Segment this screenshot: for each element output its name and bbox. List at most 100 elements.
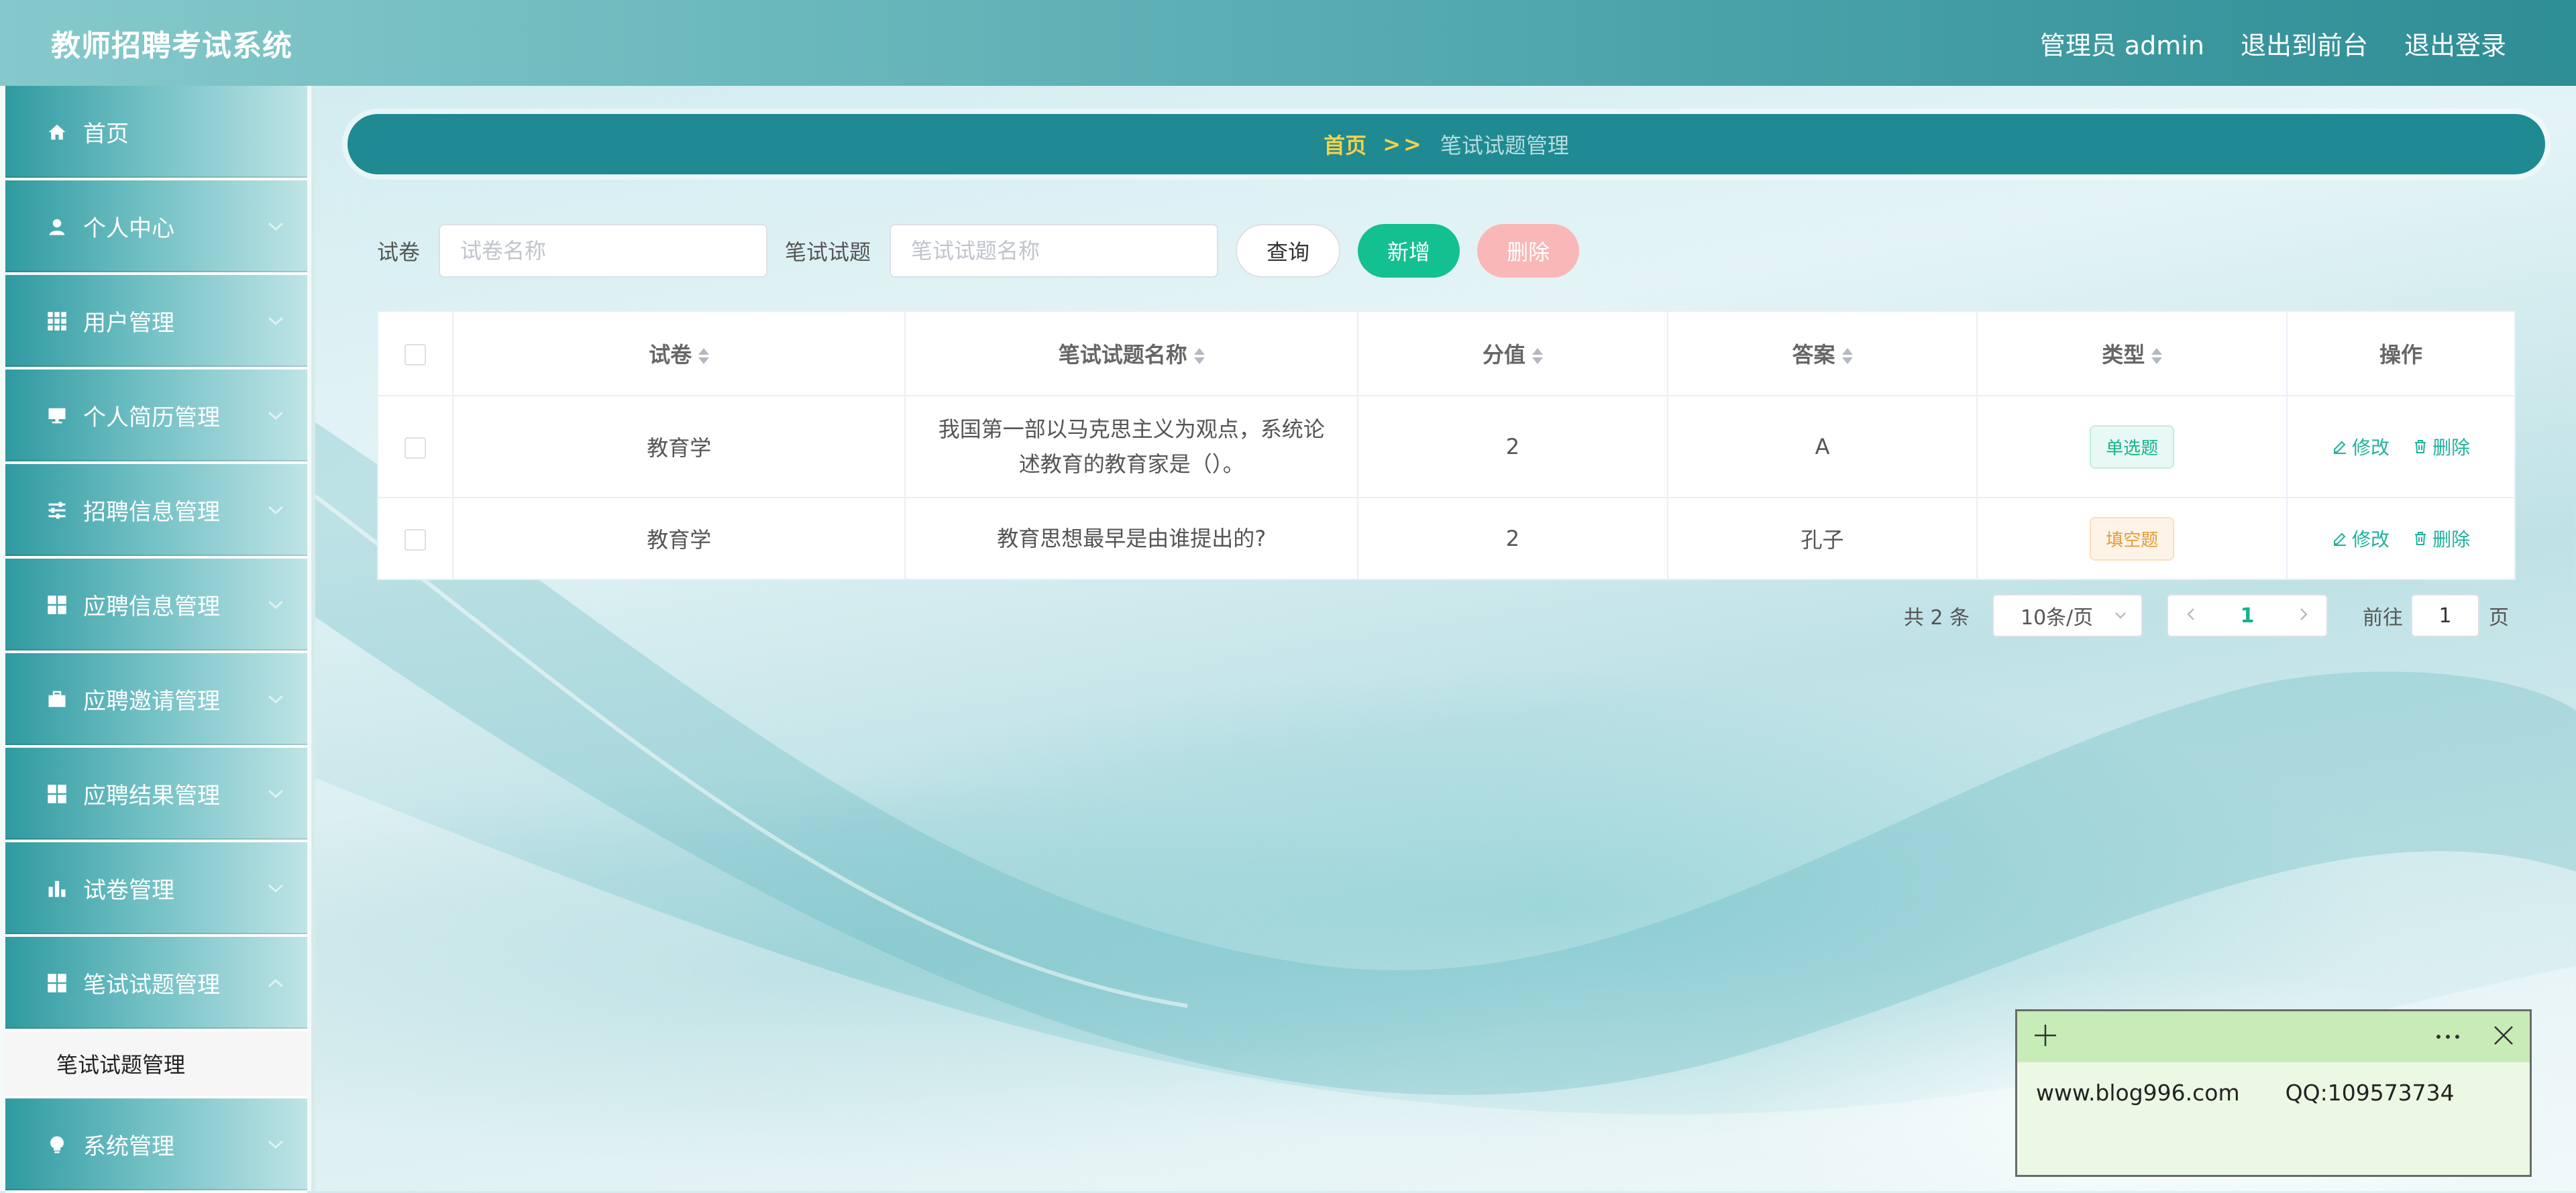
sidebar-item-label: 首页 <box>83 121 129 148</box>
plus-icon[interactable] <box>2032 1022 2059 1052</box>
column-header-type[interactable]: 类型 <box>1976 310 2288 396</box>
sidebar-item-home[interactable]: 首页 <box>5 86 307 180</box>
sidebar-item-written-question[interactable]: 笔试试题管理 <box>5 937 307 1031</box>
sidebar-item-result[interactable]: 应聘结果管理 <box>5 748 307 842</box>
question-table: 试卷 笔试试题名称 分值 答案 类型 操作 教育学 我国第一部以马克思主义为观点… <box>377 310 2516 580</box>
column-label: 试卷 <box>649 342 692 367</box>
sidebar-item-recruitment-info[interactable]: 招聘信息管理 <box>5 464 307 559</box>
cell-question: 教育思想最早是由谁提出的? <box>904 497 1359 580</box>
logout-link[interactable]: 退出登录 <box>2404 25 2506 62</box>
add-button[interactable]: 新增 <box>1358 224 1460 278</box>
trash-icon <box>2415 440 2426 453</box>
sidebar-item-label: 应聘结果管理 <box>83 783 220 809</box>
sticky-note-body: www.blog996.com QQ:109573734 <box>2017 1062 2530 1123</box>
sort-icon[interactable] <box>1532 345 1543 367</box>
edit-icon <box>2333 441 2346 454</box>
question-name-input[interactable] <box>890 224 1219 278</box>
row-select-cell <box>377 497 453 580</box>
column-label: 类型 <box>2102 342 2145 367</box>
total-count: 共 2 条 <box>1903 606 1970 630</box>
row-delete-link[interactable]: 删除 <box>2412 433 2470 460</box>
column-label: 分值 <box>1482 342 1525 367</box>
sidebar-item-user-management[interactable]: 用户管理 <box>5 275 307 370</box>
sidebar-item-personal-center[interactable]: 个人中心 <box>5 180 307 275</box>
sidebar-item-label: 个人中心 <box>83 215 174 242</box>
app-title: 教师招聘考试系统 <box>51 29 292 63</box>
cell-paper: 教育学 <box>451 497 906 580</box>
column-header-question[interactable]: 笔试试题名称 <box>904 310 1359 396</box>
row-select-cell <box>377 395 453 498</box>
column-header-answer[interactable]: 答案 <box>1666 310 1978 396</box>
type-tag: 单选题 <box>2090 424 2175 469</box>
chevron-down-icon <box>268 411 284 420</box>
sidebar-item-label: 试卷管理 <box>83 877 174 904</box>
breadcrumb-current: 笔试试题管理 <box>1440 133 1569 158</box>
goto-label: 前往 <box>2363 606 2403 630</box>
home-icon <box>46 121 68 144</box>
paper-name-input[interactable] <box>439 224 768 278</box>
chevron-down-icon <box>268 789 284 798</box>
user-icon <box>46 215 68 238</box>
row-delete-link[interactable]: 删除 <box>2412 525 2470 552</box>
chevron-down-icon <box>268 600 284 609</box>
sidebar-item-label: 笔试试题管理 <box>83 972 220 999</box>
column-header-paper[interactable]: 试卷 <box>451 310 906 396</box>
sort-icon[interactable] <box>2151 345 2163 367</box>
column-header-score[interactable]: 分值 <box>1357 310 1668 396</box>
row-checkbox[interactable] <box>404 529 426 551</box>
page-number-current[interactable]: 1 <box>2241 604 2255 628</box>
sidebar-item-invitation[interactable]: 应聘邀请管理 <box>5 653 307 748</box>
table-row: 教育学 我国第一部以马克思主义为观点，系统论述教育的教育家是（）。 2 A 单选… <box>377 395 2516 498</box>
edit-label: 修改 <box>2351 528 2390 551</box>
cell-paper: 教育学 <box>451 395 906 498</box>
sidebar-subitem-written-question[interactable]: 笔试试题管理 <box>5 1031 307 1098</box>
chevron-down-icon <box>2115 612 2126 619</box>
chevron-down-icon <box>268 695 284 703</box>
sidebar-item-label: 应聘邀请管理 <box>83 688 220 715</box>
cell-type: 填空题 <box>1976 497 2288 580</box>
next-page-icon[interactable] <box>2297 604 2310 628</box>
trash-icon <box>2415 532 2426 545</box>
cell-score: 2 <box>1357 497 1668 580</box>
sidebar-item-application-info[interactable]: 应聘信息管理 <box>5 559 307 653</box>
sidebar-item-label: 系统管理 <box>83 1133 174 1160</box>
apps-icon <box>46 972 68 995</box>
sidebar-item-label: 个人简历管理 <box>83 404 220 431</box>
question-search-label: 笔试试题 <box>785 239 871 265</box>
question-text: 教育思想最早是由谁提出的? <box>997 526 1267 551</box>
delete-button[interactable]: 删除 <box>1477 224 1580 278</box>
chevron-down-icon <box>268 506 284 514</box>
more-icon[interactable] <box>2434 1031 2461 1043</box>
close-icon[interactable] <box>2492 1024 2515 1049</box>
select-all-checkbox[interactable] <box>404 344 426 365</box>
cell-score: 2 <box>1357 395 1668 498</box>
table-row: 教育学 教育思想最早是由谁提出的? 2 孔子 填空题 修改 删除 <box>377 497 2516 580</box>
note-qq: QQ:109573734 <box>2285 1080 2455 1106</box>
edit-link[interactable]: 修改 <box>2332 525 2390 552</box>
query-button[interactable]: 查询 <box>1236 224 1341 278</box>
sticky-note: www.blog996.com QQ:109573734 <box>2015 1009 2532 1177</box>
sidebar-item-system[interactable]: 系统管理 <box>5 1098 307 1193</box>
sort-icon[interactable] <box>1841 345 1853 367</box>
note-website: www.blog996.com <box>2036 1080 2240 1106</box>
column-label: 操作 <box>2379 342 2423 367</box>
breadcrumb: 首页 >> 笔试试题管理 <box>347 114 2545 174</box>
admin-user-label[interactable]: 管理员 admin <box>2040 25 2204 62</box>
sort-icon[interactable] <box>1193 345 1205 367</box>
row-checkbox[interactable] <box>404 437 426 459</box>
sidebar-item-exam-paper[interactable]: 试卷管理 <box>5 842 307 937</box>
chevron-down-icon <box>268 317 284 325</box>
sidebar-item-resume-management[interactable]: 个人简历管理 <box>5 370 307 464</box>
prev-page-icon[interactable] <box>2184 604 2198 628</box>
sort-icon[interactable] <box>698 345 710 367</box>
sidebar-item-label: 用户管理 <box>83 310 174 337</box>
page-size-select[interactable]: 10条/页 <box>1992 594 2143 637</box>
edit-link[interactable]: 修改 <box>2332 433 2390 460</box>
goto-page-input[interactable] <box>2411 594 2479 637</box>
apps-icon <box>46 783 68 805</box>
delete-label: 删除 <box>2432 437 2471 459</box>
column-label: 笔试试题名称 <box>1058 342 1187 367</box>
sidebar-item-label: 招聘信息管理 <box>83 499 220 526</box>
breadcrumb-home-link[interactable]: 首页 <box>1324 129 1366 160</box>
exit-to-front-link[interactable]: 退出到前台 <box>2241 25 2368 62</box>
